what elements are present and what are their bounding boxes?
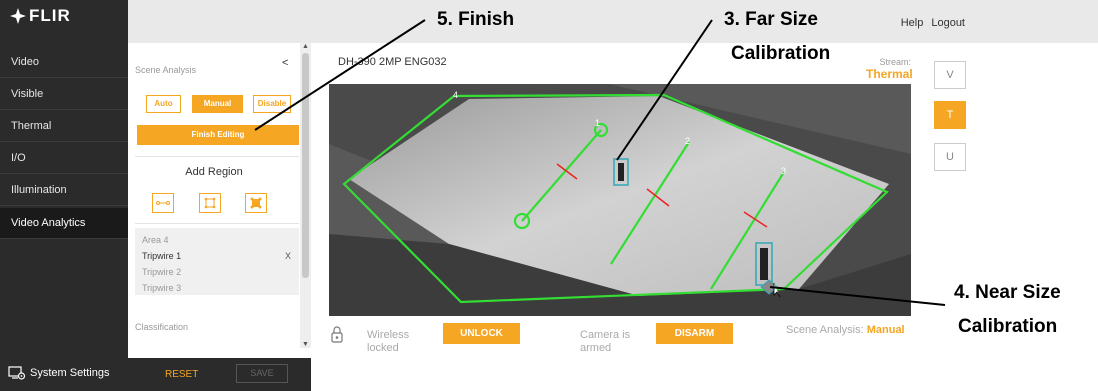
- flir-star-icon: [10, 8, 26, 24]
- mode-auto-button[interactable]: Auto: [146, 95, 181, 113]
- unlock-button[interactable]: UNLOCK: [443, 323, 520, 344]
- finish-editing-button[interactable]: Finish Editing: [137, 125, 299, 145]
- mode-disable-button[interactable]: Disable: [253, 95, 291, 113]
- reset-button[interactable]: RESET: [165, 369, 198, 380]
- scroll-thumb[interactable]: [302, 53, 309, 278]
- sidebar: FLIR Video Visible Thermal I/O Illuminat…: [0, 0, 128, 391]
- stream-fusion-button[interactable]: U: [934, 143, 966, 171]
- stream-value: Thermal: [866, 67, 913, 81]
- mode-manual-button[interactable]: Manual: [192, 95, 243, 113]
- region-label-tripwire-2: 2: [685, 136, 690, 146]
- system-settings-label: System Settings: [30, 367, 110, 379]
- wireless-status: Wireless locked: [367, 329, 409, 355]
- scroll-down-icon[interactable]: ▼: [302, 341, 309, 348]
- region-item-tripwire-3[interactable]: Tripwire 3: [142, 283, 181, 293]
- disarm-button[interactable]: DISARM: [656, 323, 733, 344]
- stream-thermal-button[interactable]: T: [934, 101, 966, 129]
- add-tripwire-button[interactable]: [152, 193, 174, 213]
- sidebar-item-io[interactable]: I/O: [0, 143, 128, 174]
- region-item-area-4[interactable]: Area 4: [142, 235, 169, 245]
- add-area-button[interactable]: [199, 193, 221, 213]
- classification-heading[interactable]: Classification: [135, 322, 188, 332]
- camera-status: Camera is armed: [580, 329, 630, 355]
- person-near: [760, 248, 768, 280]
- callout-near-line2: Calibration: [958, 316, 1058, 337]
- remove-region-button[interactable]: X: [285, 251, 291, 261]
- stream-visible-button[interactable]: V: [934, 61, 966, 89]
- video-feed[interactable]: 4 1 2 3: [329, 84, 911, 316]
- sidebar-item-visible[interactable]: Visible: [0, 79, 128, 110]
- callout-far-line1: 3. Far Size: [724, 9, 818, 30]
- sidebar-item-thermal[interactable]: Thermal: [0, 111, 128, 142]
- callout-near-line1: 4. Near Size: [954, 282, 1061, 303]
- wireless-status-line1: Wireless: [367, 329, 410, 341]
- top-bar: Help Logout: [128, 0, 1098, 43]
- sidebar-item-illumination[interactable]: Illumination: [0, 175, 128, 206]
- flir-logo[interactable]: FLIR: [10, 6, 71, 26]
- area-icon: [204, 197, 216, 209]
- person-far: [618, 163, 624, 181]
- save-button[interactable]: SAVE: [236, 364, 288, 383]
- add-region-heading: Add Region: [185, 166, 243, 178]
- scene-analysis-status-value: Manual: [866, 324, 905, 336]
- callout-far-line2: Calibration: [731, 43, 831, 64]
- callout-finish: 5. Finish: [437, 9, 515, 30]
- thermal-scene: 4 1 2 3: [329, 84, 911, 316]
- stream-label: Stream:: [879, 57, 911, 67]
- region-label-tripwire-1: 1: [595, 118, 600, 128]
- add-exclusion-area-button[interactable]: [245, 193, 267, 213]
- sidebar-item-video-analytics[interactable]: Video Analytics: [0, 208, 128, 239]
- exclusion-area-icon: [250, 197, 262, 209]
- divider: [135, 223, 299, 224]
- logout-link[interactable]: Logout: [931, 17, 965, 29]
- camera-status-line1: Camera is: [580, 329, 631, 341]
- monitor-gear-icon: [8, 366, 26, 380]
- collapse-panel-button[interactable]: <: [282, 57, 288, 69]
- region-label-area: 4: [453, 90, 458, 100]
- panel-title: Scene Analysis: [135, 65, 197, 75]
- divider: [135, 156, 299, 157]
- camera-status-line2: armed: [580, 342, 612, 354]
- scene-analysis-status-label: Scene Analysis:: [786, 324, 864, 336]
- region-list: Area 4 Tripwire 1 X Tripwire 2 Tripwire …: [135, 228, 299, 295]
- sidebar-item-video[interactable]: Video: [0, 47, 128, 78]
- region-item-tripwire-2[interactable]: Tripwire 2: [142, 267, 181, 277]
- tripwire-icon: [156, 201, 170, 205]
- scene-analysis-status: Scene Analysis: Manual: [786, 324, 905, 336]
- region-label-tripwire-3: 3: [781, 166, 786, 176]
- panel-footer: RESET SAVE: [128, 358, 311, 391]
- system-settings-link[interactable]: System Settings: [8, 366, 109, 380]
- wireless-status-line2: locked: [367, 342, 399, 354]
- region-item-tripwire-1[interactable]: Tripwire 1: [142, 251, 181, 261]
- logo-text: FLIR: [29, 6, 71, 25]
- panel-scrollbar[interactable]: ▲ ▼: [300, 43, 311, 348]
- camera-name: DH-390 2MP ENG032: [338, 56, 447, 68]
- help-link[interactable]: Help: [901, 17, 924, 29]
- scene-analysis-panel: Scene Analysis < Auto Manual Disable Fin…: [128, 43, 300, 348]
- scroll-up-icon[interactable]: ▲: [302, 43, 309, 50]
- lock-icon: [331, 325, 343, 348]
